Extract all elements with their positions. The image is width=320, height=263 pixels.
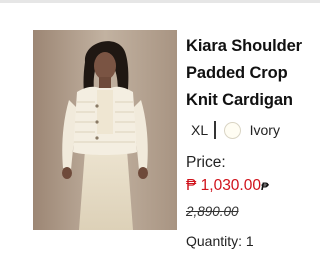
quantity-label: Quantity: 1 — [186, 233, 254, 249]
product-title[interactable]: Kiara Shoulder Padded Crop Knit Cardigan — [186, 33, 318, 114]
cart-item: Kiara Shoulder Padded Crop Knit Cardigan… — [0, 0, 320, 263]
price-current: ₱ 1,030.00₱ — [186, 176, 318, 197]
product-info: Kiara Shoulder Padded Crop Knit Cardigan… — [186, 33, 318, 250]
product-title-line: Knit Cardigan — [186, 91, 293, 109]
price-label: Price: — [186, 154, 226, 171]
price-current-value: ₱ 1,030.00 — [186, 177, 261, 194]
peso-sign-icon: ₱ — [260, 181, 269, 193]
variant-size: XL — [191, 122, 209, 138]
variant-color-name: Ivory — [249, 122, 280, 138]
product-photo — [33, 30, 177, 230]
price-original: 2,890.00 — [186, 204, 239, 219]
variant-row: XL Ivory — [191, 120, 318, 140]
product-title-line: Padded Crop — [186, 64, 288, 82]
variant-divider — [214, 121, 216, 139]
product-image[interactable] — [33, 30, 177, 230]
color-swatch-icon — [223, 121, 241, 139]
product-title-line: Kiara Shoulder — [186, 37, 302, 55]
